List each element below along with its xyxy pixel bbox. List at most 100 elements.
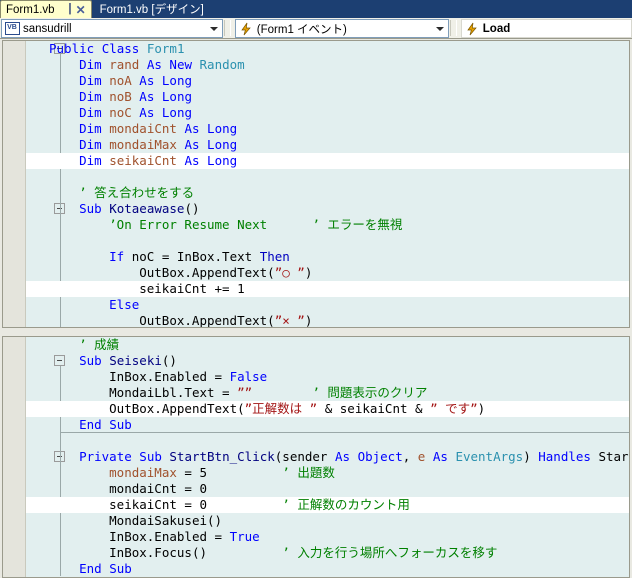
- code-token: =: [154, 249, 177, 264]
- code-line[interactable]: InBox.Focus() ’ 入力を行う場所へフォーカスを移す: [26, 545, 629, 561]
- code-token: If: [109, 249, 125, 264]
- top-pane-gutter[interactable]: [3, 41, 26, 327]
- member-combo[interactable]: (Form1 イベント): [234, 19, 449, 38]
- code-line[interactable]: seikaiCnt = 0 ’ 正解数のカウント用: [26, 497, 629, 513]
- code-token: New: [169, 57, 192, 72]
- code-line[interactable]: Dim noB As Long: [26, 89, 629, 105]
- code-token: End: [79, 417, 102, 432]
- code-token: As: [184, 153, 200, 168]
- code-line[interactable]: Dim noA As Long: [26, 73, 629, 89]
- tab-form1-vb-code[interactable]: Form1.vb ⎹ ✕: [0, 0, 92, 18]
- project-combo[interactable]: VB sansudrill: [1, 19, 223, 38]
- bottom-pane-gutter[interactable]: [3, 337, 26, 577]
- lightning-bolt-icon: [238, 22, 254, 36]
- project-combo-value: sansudrill: [23, 22, 72, 35]
- code-token: Dim: [79, 73, 102, 88]
- code-token: Long: [161, 89, 192, 104]
- code-token: ): [304, 313, 313, 327]
- code-line[interactable]: Dim mondaiCnt As Long: [26, 121, 629, 137]
- code-line[interactable]: [26, 169, 629, 185]
- code-line[interactable]: Private Sub StartBtn_Click(sender As Obj…: [26, 449, 629, 465]
- bottom-pane-code[interactable]: ’ 成績 Sub Seiseki() InBox.Enabled = False Mo…: [26, 337, 629, 577]
- code-token: (): [184, 201, 200, 216]
- code-token: Long: [207, 121, 238, 136]
- code-token: As: [184, 137, 200, 152]
- code-token: As: [139, 73, 155, 88]
- code-line[interactable]: OutBox.AppendText(”正解数は ” & seikaiCnt & …: [26, 401, 629, 417]
- code-token: mondaiCnt: [109, 481, 177, 496]
- code-line[interactable]: OutBox.AppendText(”× ”): [26, 313, 629, 327]
- code-line[interactable]: InBox.Enabled = True: [26, 529, 629, 545]
- bottom-code-pane[interactable]: ’ 成績 Sub Seiseki() InBox.Enabled = False Mo…: [2, 336, 630, 578]
- top-code-pane[interactable]: Public Class Form1 Dim rand As New Random…: [2, 40, 630, 328]
- code-token: Form1: [146, 41, 185, 56]
- chevron-down-icon[interactable]: [207, 26, 222, 31]
- close-icon[interactable]: ✕: [76, 4, 86, 16]
- code-line[interactable]: Else: [26, 297, 629, 313]
- code-line[interactable]: Dim seikaiCnt As Long: [26, 153, 629, 169]
- code-token: mondaiMax: [109, 137, 177, 152]
- code-token: seikaiCnt: [339, 401, 408, 416]
- event-combo[interactable]: Load: [460, 19, 632, 38]
- code-token: OutBox.AppendText: [139, 265, 268, 280]
- code-token: noA: [109, 73, 132, 88]
- document-tab-strip: Form1.vb ⎹ ✕ Form1.vb [デザイン]: [0, 0, 632, 18]
- code-token: As: [334, 449, 351, 464]
- code-line[interactable]: OutBox.AppendText(”○ ”): [26, 265, 629, 281]
- code-token: ’ 正解数のカウント用: [282, 497, 410, 512]
- code-token: StartBtn_Click: [169, 449, 275, 464]
- code-token: MondaiLbl.Text: [109, 385, 215, 400]
- code-line[interactable]: ’ 答え合わせをする: [26, 185, 629, 201]
- code-line[interactable]: Sub Seiseki(): [26, 353, 629, 369]
- code-line[interactable]: End Sub: [26, 561, 629, 577]
- code-token: ,: [402, 449, 418, 464]
- vb-file-icon: VB: [4, 22, 20, 36]
- code-token: noB: [109, 89, 132, 104]
- code-token: InBox.Enabled: [109, 529, 207, 544]
- code-line[interactable]: Public Class Form1: [26, 41, 629, 57]
- code-token: seikaiCnt += 1: [139, 281, 245, 296]
- code-token: True: [229, 529, 260, 544]
- code-token: noC: [131, 249, 155, 264]
- code-line[interactable]: seikaiCnt += 1: [26, 281, 629, 297]
- code-line[interactable]: Dim mondaiMax As Long: [26, 137, 629, 153]
- code-line[interactable]: [26, 433, 629, 449]
- code-token: False: [229, 369, 268, 384]
- code-line[interactable]: Sub Kotaeawase(): [26, 201, 629, 217]
- code-token: ”× ”: [274, 313, 305, 327]
- code-token: Long: [161, 105, 192, 120]
- tab-form1-vb-design[interactable]: Form1.vb [デザイン]: [91, 0, 209, 18]
- code-line[interactable]: InBox.Enabled = False: [26, 369, 629, 385]
- top-pane-code[interactable]: Public Class Form1 Dim rand As New Random…: [26, 41, 629, 327]
- code-token: As: [139, 89, 155, 104]
- code-token: Sub: [139, 449, 162, 464]
- toolbar-grip-2[interactable]: [449, 20, 457, 36]
- code-line[interactable]: Dim rand As New Random: [26, 57, 629, 73]
- pin-icon[interactable]: ⎹: [60, 4, 71, 15]
- code-line[interactable]: ’On Error Resume Next ’ エラーを無視: [26, 217, 629, 233]
- tab-label: Form1.vb [デザイン]: [99, 4, 204, 16]
- code-token: rand: [109, 57, 140, 72]
- code-line[interactable]: [26, 233, 629, 249]
- code-line[interactable]: Dim noC As Long: [26, 105, 629, 121]
- code-token: ): [304, 265, 313, 280]
- code-line[interactable]: mondaiMax = 5 ’ 出題数: [26, 465, 629, 481]
- code-line[interactable]: If noC = InBox.Text Then: [26, 249, 629, 265]
- code-line[interactable]: MondaiLbl.Text = ”” ’ 問題表示のクリア: [26, 385, 629, 401]
- code-line[interactable]: ’ 成績: [26, 337, 629, 353]
- code-line[interactable]: MondaiSakusei(): [26, 513, 629, 529]
- code-line[interactable]: mondaiCnt = 0: [26, 481, 629, 497]
- code-token: =: [176, 497, 200, 512]
- chevron-down-icon[interactable]: [433, 26, 448, 31]
- code-line[interactable]: End Sub: [26, 417, 629, 433]
- code-token: 0: [199, 481, 207, 496]
- toolbar-grip[interactable]: [223, 20, 231, 36]
